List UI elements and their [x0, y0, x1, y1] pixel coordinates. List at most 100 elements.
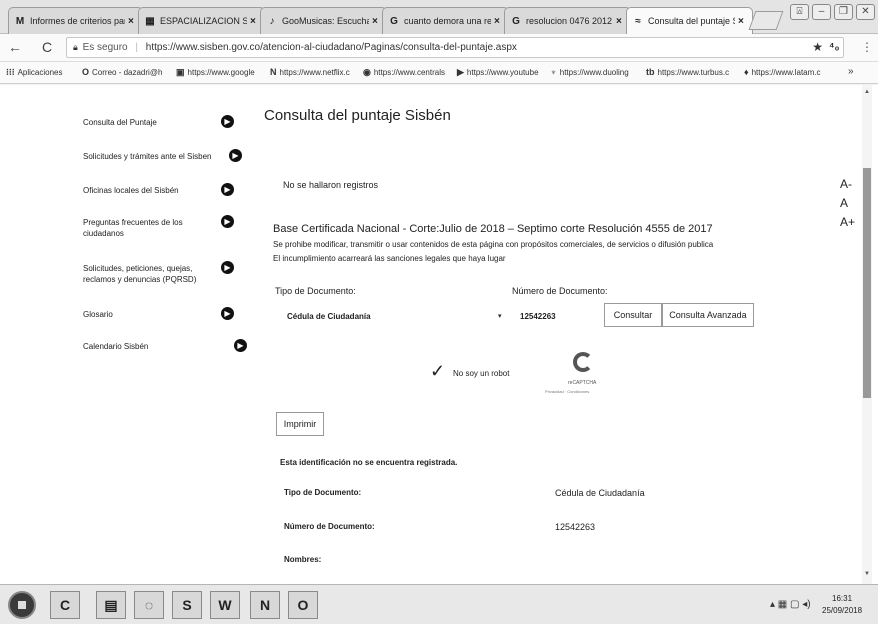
bookmark-label: https://www.centrals	[373, 68, 445, 77]
back-icon[interactable]: ←	[8, 39, 22, 55]
doc-number-input[interactable]: 12542263	[520, 312, 556, 321]
tab-cuanto-demora[interactable]: G cuanto demora una resp ×	[382, 7, 509, 34]
clock-date: 25/09/2018	[822, 606, 863, 615]
close-icon[interactable]: ×	[616, 16, 626, 27]
close-icon[interactable]: ×	[250, 16, 260, 27]
bookmark-latam[interactable]: ♦ https://www.latam.c	[744, 67, 821, 77]
bookmark-correo[interactable]: O Correo - dazadri@h	[82, 67, 162, 77]
bookmark-google[interactable]: ▣ https://www.google	[176, 67, 255, 78]
chevron-right-icon: ▶	[221, 307, 234, 320]
bookmark-label: https://www.latam.c	[751, 67, 821, 77]
tab-informes[interactable]: M Informes de criterios para ×	[8, 7, 143, 34]
outlook-icon: O	[82, 67, 90, 77]
file-explorer-icon[interactable]: ▤	[96, 591, 126, 619]
scroll-up-icon[interactable]: ▲	[864, 89, 870, 95]
scrollbar-thumb[interactable]	[863, 168, 871, 398]
bookmark-label: https://www.youtube	[466, 68, 539, 77]
sidebar-item-solicitudes[interactable]: Solicitudes y trámites ante el Sisben ▶	[83, 149, 243, 162]
reload-icon[interactable]: C	[42, 39, 52, 55]
latam-icon: ♦	[744, 67, 749, 77]
consult-button[interactable]: Consultar	[604, 303, 662, 327]
bookmark-turbus[interactable]: tb https://www.turbus.c	[646, 67, 729, 77]
close-icon[interactable]: ×	[128, 16, 138, 27]
doc-number-label: Número de Documento:	[512, 286, 608, 296]
chrome-icon[interactable]: C	[50, 591, 80, 619]
notice-text: El incumplimiento acarreará las sancione…	[273, 254, 506, 263]
chevron-right-icon: ▶	[229, 149, 242, 162]
tab-title: GooMusicas: Escuchar M	[282, 16, 369, 26]
print-button[interactable]: Imprimir	[276, 412, 324, 436]
vertical-scrollbar[interactable]: ▲ ▼	[862, 85, 872, 584]
tab-resolucion[interactable]: G resolucion 0476 2012 - B. ×	[504, 7, 631, 34]
skype-icon[interactable]: S	[172, 591, 202, 619]
tab-consulta-puntaje[interactable]: ≈ Consulta del puntaje Sis ×	[626, 7, 753, 34]
bookmark-duolingo[interactable]: ♆ https://www.duoling	[550, 67, 629, 77]
bookmark-netflix[interactable]: N https://www.netflix.c	[270, 67, 350, 77]
menu-icon[interactable]: ⋮	[861, 40, 873, 54]
close-icon[interactable]: ×	[372, 16, 382, 27]
sidebar-item-label: Glosario	[83, 310, 113, 319]
recaptcha-links[interactable]: Privacidad · Condiciones	[545, 389, 589, 394]
music-icon: ♪	[269, 15, 275, 27]
new-tab-button[interactable]	[748, 11, 784, 30]
result-type-value: Cédula de Ciudadanía	[555, 488, 645, 498]
start-button[interactable]	[8, 591, 36, 619]
advanced-consult-button[interactable]: Consulta Avanzada	[662, 303, 754, 327]
google-icon: ▣	[176, 67, 185, 77]
minimize-button[interactable]: –	[812, 4, 831, 20]
sidebar-item-oficinas[interactable]: Oficinas locales del Sisbén ▶	[83, 183, 243, 196]
word-icon[interactable]: W	[210, 591, 240, 619]
lock-icon: 🔒︎	[73, 42, 78, 52]
translate-icon[interactable]: ⁴₀	[829, 41, 839, 53]
netflix-icon: N	[270, 67, 277, 77]
tab-title: resolucion 0476 2012 - B.	[526, 16, 613, 26]
close-icon[interactable]: ×	[738, 16, 748, 27]
sidebar-item-pqrsd[interactable]: Solicitudes, peticiones, quejas, reclamo…	[83, 261, 243, 285]
font-increase-button[interactable]: A+	[840, 215, 855, 229]
onenote-icon[interactable]: N	[250, 591, 280, 619]
gmail-icon: M	[15, 15, 25, 27]
url-input[interactable]: 🔒︎ Es seguro | https://www.sisben.gov.co…	[66, 37, 844, 58]
doc-type-select[interactable]: Cédula de Ciudadanía	[287, 312, 371, 321]
user-icon[interactable]: ⍓	[790, 4, 809, 20]
apps-icon: ⁝⁝⁝	[6, 67, 15, 77]
bookmark-label: https://www.netflix.c	[279, 67, 350, 77]
clock[interactable]: 16:31 25/09/2018	[822, 593, 862, 617]
robot-label: No soy un robot	[453, 369, 510, 378]
scroll-down-icon[interactable]: ▼	[864, 571, 870, 577]
sidebar-item-consulta[interactable]: Consulta del Puntaje ▶	[83, 115, 243, 128]
sidebar-item-preguntas[interactable]: Preguntas frecuentes de los ciudadanos ▶	[83, 215, 243, 239]
tab-title: Consulta del puntaje Sis	[648, 16, 735, 26]
globe-icon: ◉	[363, 67, 371, 77]
check-icon[interactable]: ✓	[430, 361, 445, 382]
close-icon[interactable]: ×	[494, 16, 504, 27]
sidebar-item-calendario[interactable]: Calendario Sisbén ▶	[83, 339, 247, 352]
restore-button[interactable]: ❐	[834, 4, 853, 20]
outlook-icon[interactable]: O	[288, 591, 318, 619]
media-icon[interactable]: ◌	[134, 591, 164, 619]
names-label: Nombres:	[284, 555, 322, 564]
tab-espacializacion[interactable]: ▦ ESPACIALIZACION SANC ×	[138, 7, 265, 34]
tab-title: Informes de criterios para	[30, 16, 125, 26]
bookmark-apps[interactable]: ⁝⁝⁝ Aplicaciones	[6, 67, 63, 78]
bookmark-label: https://www.duoling	[559, 67, 629, 77]
chevron-down-icon[interactable]: ▾	[498, 312, 502, 320]
result-number-label: Número de Documento:	[284, 522, 375, 531]
turbus-icon: tb	[646, 67, 655, 77]
bookmark-centrals[interactable]: ◉ https://www.centrals	[363, 67, 445, 78]
tab-goomusicas[interactable]: ♪ GooMusicas: Escuchar M ×	[260, 7, 387, 34]
more-bookmarks-icon[interactable]: »	[848, 66, 854, 77]
result-number-value: 12542263	[555, 522, 596, 532]
close-window-button[interactable]: ✕	[856, 4, 875, 20]
star-icon[interactable]: ★	[812, 38, 823, 57]
system-tray-icons[interactable]: ▴ ▦ ▢ ◂)	[770, 599, 811, 610]
font-decrease-button[interactable]: A-	[840, 177, 852, 191]
bookmarks-bar: ⁝⁝⁝ Aplicaciones O Correo - dazadri@h ▣ …	[0, 62, 878, 84]
font-reset-button[interactable]: A	[840, 196, 848, 210]
doc-type-label: Tipo de Documento:	[275, 286, 356, 296]
bookmark-label: Aplicaciones	[17, 68, 63, 77]
base-title: Base Certificada Nacional - Corte:Julio …	[273, 223, 713, 235]
sidebar-item-glosario[interactable]: Glosario ▶	[83, 307, 243, 320]
bookmark-youtube[interactable]: ▶ https://www.youtube	[457, 67, 539, 78]
clock-time: 16:31	[832, 594, 853, 603]
